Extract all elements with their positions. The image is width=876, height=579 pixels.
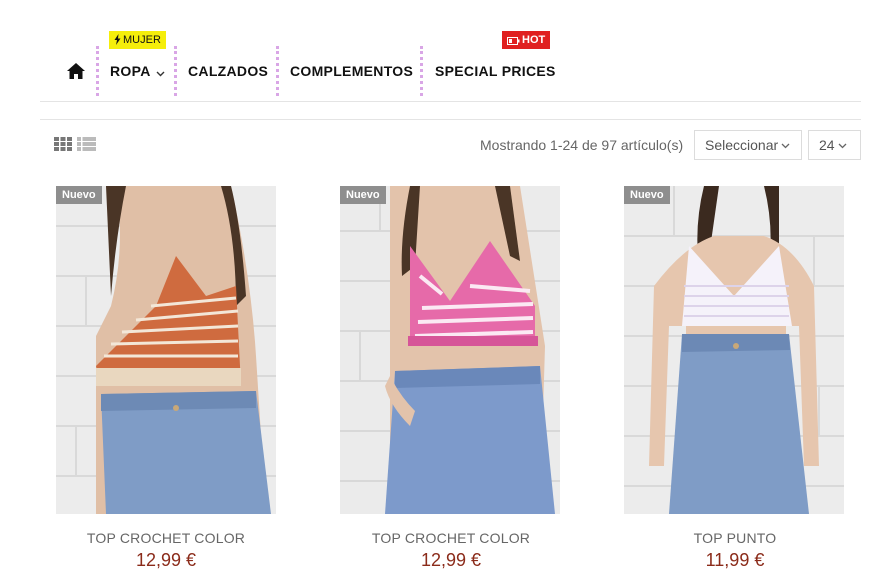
nav-item-special-prices[interactable]: SPECIAL PRICES [435, 63, 556, 79]
new-badge: Nuevo [56, 186, 102, 204]
chevron-down-icon [781, 143, 790, 149]
grid-view-icon[interactable] [54, 137, 72, 151]
nav-item-calzados[interactable]: CALZADOS [188, 63, 268, 79]
product-price: 12,99 € [420, 550, 482, 570]
nav-item-complementos-label: COMPLEMENTOS [290, 63, 414, 79]
product-name[interactable]: TOP CROCHET COLOR [46, 530, 286, 546]
product-image[interactable]: Nuevo [340, 186, 560, 514]
sort-dropdown-label: Seleccionar [705, 137, 779, 153]
list-view-icon[interactable] [77, 137, 96, 151]
chevron-down-icon [838, 143, 847, 149]
product-card: Nuevo TOP CROCHET COLOR 12,99 € [46, 186, 286, 570]
product-name[interactable]: TOP PUNTO [615, 530, 855, 546]
product-price: 12,99 € [135, 550, 197, 570]
mujer-badge: MUJER [109, 31, 166, 49]
hot-badge: HOT [502, 31, 551, 49]
per-page-dropdown[interactable]: 24 [808, 130, 861, 160]
per-page-dropdown-label: 24 [819, 137, 835, 153]
product-card: Nuevo TOP PUNTO 11,99 € [615, 186, 855, 570]
nav-item-ropa-label: ROPA [110, 63, 151, 79]
battery-icon [507, 37, 520, 45]
product-price: 11,99 € [705, 550, 765, 570]
bolt-icon [114, 34, 121, 45]
new-badge: Nuevo [340, 186, 386, 204]
new-badge: Nuevo [624, 186, 670, 204]
nav-separator [276, 46, 279, 96]
mujer-badge-label: MUJER [123, 34, 161, 46]
product-count-text: Mostrando 1-24 de 97 artículo(s) [480, 137, 684, 153]
product-image[interactable]: Nuevo [56, 186, 276, 514]
main-navigation: MUJER ROPA CALZADOS COMPLEMENTOS HOT SPE… [0, 0, 876, 102]
nav-separator [420, 46, 423, 96]
product-card: Nuevo TOP CROCHET COLOR 12,99 € [331, 186, 571, 570]
nav-item-calzados-label: CALZADOS [188, 63, 269, 79]
divider [40, 101, 861, 102]
divider [40, 119, 861, 120]
chevron-down-icon [156, 64, 165, 80]
product-name[interactable]: TOP CROCHET COLOR [331, 530, 571, 546]
nav-separator [174, 46, 177, 96]
sort-dropdown[interactable]: Seleccionar [694, 130, 802, 160]
nav-item-ropa[interactable]: ROPA [110, 63, 165, 80]
product-image[interactable]: Nuevo [624, 186, 844, 514]
nav-item-complementos[interactable]: COMPLEMENTOS [290, 63, 413, 79]
nav-separator [96, 46, 99, 96]
nav-item-special-prices-label: SPECIAL PRICES [435, 63, 556, 79]
home-icon[interactable] [66, 62, 86, 80]
hot-badge-label: HOT [522, 34, 546, 46]
